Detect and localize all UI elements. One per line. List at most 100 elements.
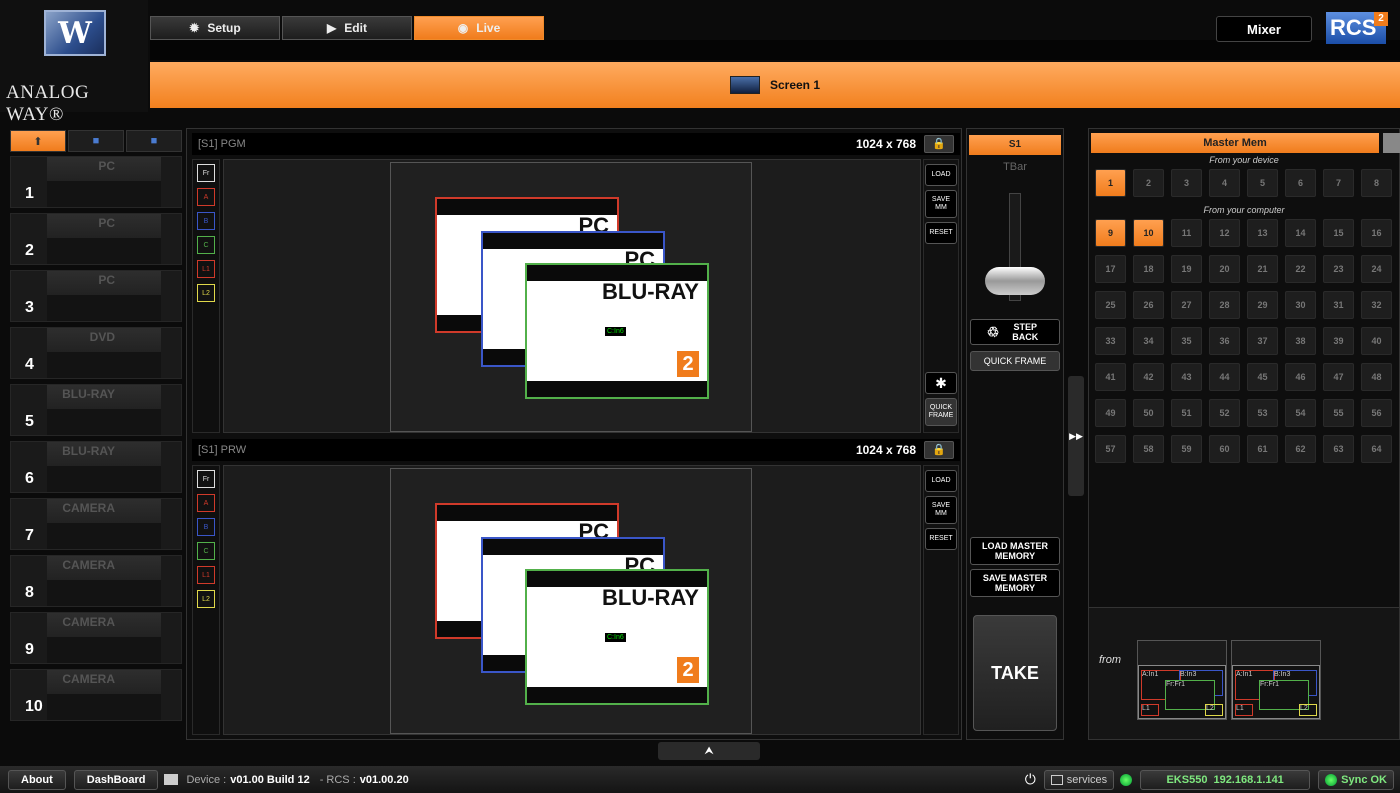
source-item[interactable]: CAMERA 8 [10, 555, 182, 607]
memory-slot-56[interactable]: 56 [1361, 399, 1392, 427]
memory-slot-43[interactable]: 43 [1171, 363, 1202, 391]
source-item[interactable]: PC 3 [10, 270, 182, 322]
pgm-canvas[interactable]: PC PC BLU-RAY C:In6 2 [223, 159, 921, 433]
memory-slot-21[interactable]: 21 [1247, 255, 1278, 283]
layer-c-window[interactable]: BLU-RAY C:In6 2 [525, 569, 709, 705]
memory-slot-22[interactable]: 22 [1285, 255, 1316, 283]
memory-slot-55[interactable]: 55 [1323, 399, 1354, 427]
take-button[interactable]: TAKE [973, 615, 1057, 731]
layer-button-l1[interactable]: L1 [197, 260, 215, 278]
save-master-memory-button[interactable]: SAVE MASTER MEMORY [970, 569, 1060, 597]
memory-slot-54[interactable]: 54 [1285, 399, 1316, 427]
memory-slot-38[interactable]: 38 [1285, 327, 1316, 355]
reset-button[interactable]: RESET [925, 222, 957, 244]
memory-slot-42[interactable]: 42 [1133, 363, 1164, 391]
memory-slot-23[interactable]: 23 [1323, 255, 1354, 283]
layer-button-c[interactable]: C [197, 542, 215, 560]
memory-slot-40[interactable]: 40 [1361, 327, 1392, 355]
memory-slot-64[interactable]: 64 [1361, 435, 1392, 463]
source-item[interactable]: DVD 4 [10, 327, 182, 379]
source-item[interactable]: CAMERA 9 [10, 612, 182, 664]
memory-slot-61[interactable]: 61 [1247, 435, 1278, 463]
save-mm-button[interactable]: SAVE MM [925, 496, 957, 524]
camera-icon[interactable] [164, 774, 179, 785]
memory-slot-39[interactable]: 39 [1323, 327, 1354, 355]
memory-slot-60[interactable]: 60 [1209, 435, 1240, 463]
memory-slot-53[interactable]: 53 [1247, 399, 1278, 427]
memory-slot-13[interactable]: 13 [1247, 219, 1278, 247]
memory-slot-33[interactable]: 33 [1095, 327, 1126, 355]
load-button[interactable]: LOAD [925, 164, 957, 186]
tbar-handle[interactable] [985, 267, 1045, 295]
memory-slot-48[interactable]: 48 [1361, 363, 1392, 391]
memory-slot-50[interactable]: 50 [1133, 399, 1164, 427]
memory-slot-47[interactable]: 47 [1323, 363, 1354, 391]
freeze-icon[interactable]: ✱ [925, 372, 957, 394]
memory-slot-5[interactable]: 5 [1247, 169, 1278, 197]
screen-s1-tab[interactable]: S1 [969, 135, 1061, 155]
memory-slot-44[interactable]: 44 [1209, 363, 1240, 391]
tab-setup[interactable]: ✹ Setup [150, 16, 280, 40]
layer-button-l1[interactable]: L1 [197, 566, 215, 584]
memory-slot-31[interactable]: 31 [1323, 291, 1354, 319]
layer-button-b[interactable]: B [197, 518, 215, 536]
memory-slot-28[interactable]: 28 [1209, 291, 1240, 319]
memory-slot-7[interactable]: 7 [1323, 169, 1354, 197]
memory-slot-6[interactable]: 6 [1285, 169, 1316, 197]
menu-icon[interactable] [1383, 133, 1400, 153]
memory-slot-19[interactable]: 19 [1171, 255, 1202, 283]
memory-slot-15[interactable]: 15 [1323, 219, 1354, 247]
source-item[interactable]: PC 2 [10, 213, 182, 265]
layer-button-fr[interactable]: Fr [197, 164, 215, 182]
memory-slot-45[interactable]: 45 [1247, 363, 1278, 391]
memory-slot-4[interactable]: 4 [1209, 169, 1240, 197]
screen-selector[interactable]: Screen 1 [150, 62, 1400, 108]
memory-slot-10[interactable]: 10 [1133, 219, 1164, 247]
lock-icon[interactable]: 🔒 [924, 441, 954, 459]
source-item[interactable]: CAMERA 7 [10, 498, 182, 550]
memory-slot-3[interactable]: 3 [1171, 169, 1202, 197]
memory-slot-34[interactable]: 34 [1133, 327, 1164, 355]
tab-edit[interactable]: ▶ Edit [282, 16, 412, 40]
layer-c-window[interactable]: BLU-RAY C:In6 2 [525, 263, 709, 399]
quick-frame-button[interactable]: QUICK FRAME [925, 398, 957, 426]
memory-slot-20[interactable]: 20 [1209, 255, 1240, 283]
memory-slot-46[interactable]: 46 [1285, 363, 1316, 391]
memory-slot-26[interactable]: 26 [1133, 291, 1164, 319]
memory-slot-27[interactable]: 27 [1171, 291, 1202, 319]
memory-slot-57[interactable]: 57 [1095, 435, 1126, 463]
memory-slot-9[interactable]: 9 [1095, 219, 1126, 247]
prw-canvas[interactable]: PC PC BLU-RAY C:In6 2 [223, 465, 921, 735]
step-back-button[interactable]: ♲ STEP BACK [970, 319, 1060, 345]
memory-slot-32[interactable]: 32 [1361, 291, 1392, 319]
frames-tab-icon[interactable]: ■ [68, 130, 124, 152]
services-button[interactable]: services [1043, 769, 1115, 790]
memory-slot-12[interactable]: 12 [1209, 219, 1240, 247]
memory-slot-36[interactable]: 36 [1209, 327, 1240, 355]
quick-frame-button[interactable]: QUICK FRAME [970, 351, 1060, 371]
memory-slot-30[interactable]: 30 [1285, 291, 1316, 319]
load-button[interactable]: LOAD [925, 470, 957, 492]
source-item[interactable]: BLU-RAY 5 [10, 384, 182, 436]
layer-button-c[interactable]: C [197, 236, 215, 254]
source-item[interactable]: CAMERA 10 [10, 669, 182, 721]
memory-slot-11[interactable]: 11 [1171, 219, 1202, 247]
memory-slot-2[interactable]: 2 [1133, 169, 1164, 197]
memory-slot-52[interactable]: 52 [1209, 399, 1240, 427]
inputs-tab-icon[interactable]: ⬆ [10, 130, 66, 152]
layer-button-l2[interactable]: L2 [197, 284, 215, 302]
layer-button-l2[interactable]: L2 [197, 590, 215, 608]
save-mm-button[interactable]: SAVE MM [925, 190, 957, 218]
device-connection[interactable]: EKS550 192.168.1.141 [1140, 769, 1311, 790]
memory-slot-58[interactable]: 58 [1133, 435, 1164, 463]
dashboard-button[interactable]: DashBoard [73, 769, 159, 790]
memory-slot-16[interactable]: 16 [1361, 219, 1392, 247]
expand-up-icon[interactable]: ⮝ [658, 742, 760, 760]
layer-button-b[interactable]: B [197, 212, 215, 230]
layer-button-fr[interactable]: Fr [197, 470, 215, 488]
logos-tab-icon[interactable]: ■ [126, 130, 182, 152]
expand-panel-icon[interactable]: ▶▶ [1068, 376, 1084, 496]
lock-icon[interactable]: 🔒 [924, 135, 954, 153]
reset-button[interactable]: RESET [925, 528, 957, 550]
memory-slot-25[interactable]: 25 [1095, 291, 1126, 319]
